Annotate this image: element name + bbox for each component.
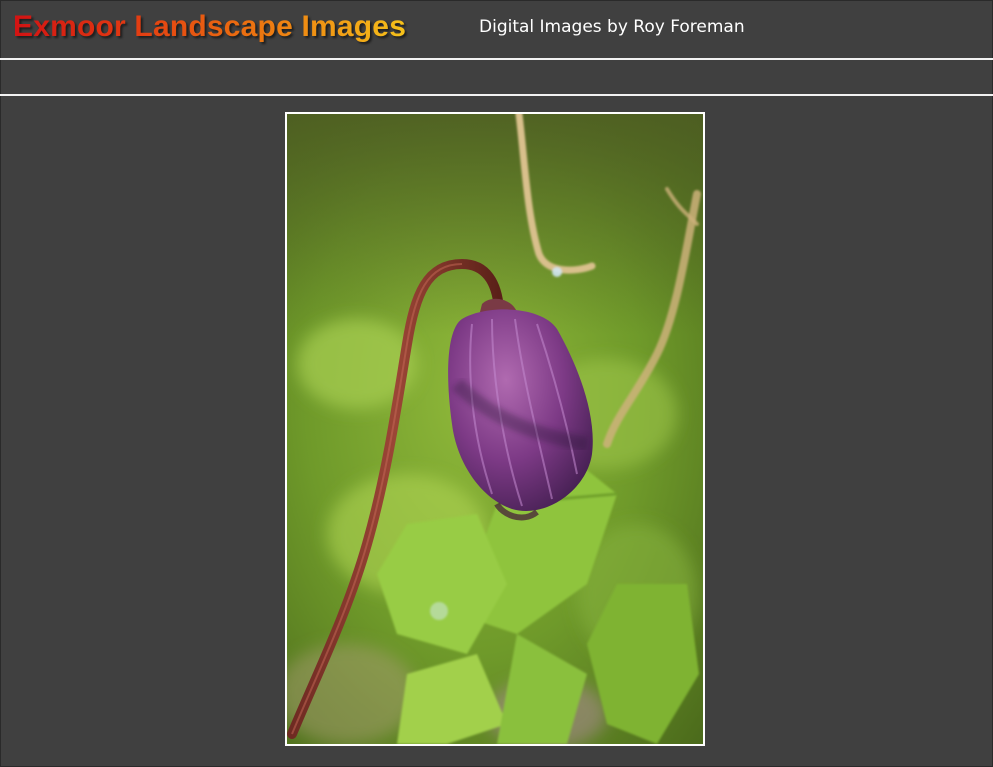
nav-bar <box>0 60 993 94</box>
flower-bud-image <box>287 114 703 744</box>
featured-photo[interactable] <box>285 112 705 746</box>
site-subtitle: Digital Images by Roy Foreman <box>479 17 745 37</box>
site-header: Exmoor Landscape Images Digital Images b… <box>0 0 993 58</box>
site-title[interactable]: Exmoor Landscape Images <box>13 8 406 46</box>
nav-divider <box>0 94 993 96</box>
